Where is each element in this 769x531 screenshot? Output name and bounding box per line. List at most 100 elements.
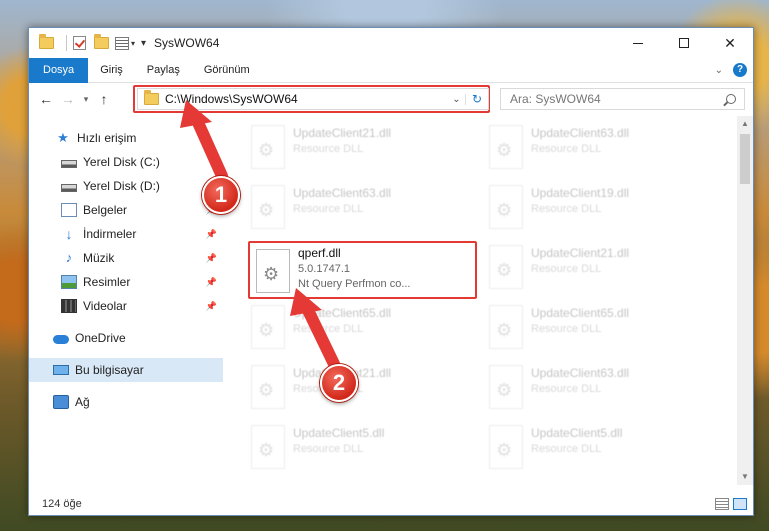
file-type: Resource DLL <box>293 143 364 155</box>
search-box[interactable]: Ara: SysWOW64 <box>500 88 745 110</box>
sidebar-item-label: İndirmeler <box>83 227 137 241</box>
close-button[interactable]: ✕ <box>707 28 753 58</box>
search-icon[interactable] <box>726 94 736 104</box>
sidebar-item-label: Bu bilgisayar <box>75 363 144 377</box>
scroll-thumb[interactable] <box>740 134 750 184</box>
dll-file-icon <box>489 305 523 349</box>
file-type: Resource DLL <box>293 443 364 455</box>
list-item[interactable]: UpdateClient21.dll Resource DLL <box>251 122 471 174</box>
file-name: UpdateClient65.dll <box>293 306 392 320</box>
dll-file-icon <box>489 245 523 289</box>
sidebar-item-quick-access[interactable]: ★ Hızlı erişim <box>29 126 223 150</box>
dll-file-icon <box>251 185 285 229</box>
tab-file[interactable]: Dosya <box>29 57 89 83</box>
sidebar-item-label: Müzik <box>83 251 115 265</box>
maximize-button[interactable] <box>661 28 707 58</box>
tab-view[interactable]: Görünüm <box>192 58 262 83</box>
file-name: UpdateClient5.dll <box>293 426 385 440</box>
properties-check-icon[interactable] <box>73 36 86 50</box>
scroll-up-icon[interactable]: ▲ <box>737 116 753 132</box>
pin-icon[interactable]: 📌 <box>206 301 217 312</box>
dll-file-icon <box>489 185 523 229</box>
new-folder-icon[interactable] <box>94 34 109 49</box>
documents-icon <box>61 203 77 217</box>
annotation-badge-2: 2 <box>320 364 358 402</box>
sidebar-item-local-disk-d[interactable]: Yerel Disk (D:) <box>29 174 223 198</box>
pictures-icon <box>61 275 77 289</box>
videos-icon <box>61 299 77 313</box>
dll-file-icon <box>251 305 285 349</box>
sidebar-item-this-pc[interactable]: Bu bilgisayar <box>29 358 223 382</box>
list-item[interactable]: UpdateClient21.dllResource DLL <box>489 242 709 294</box>
file-type: Resource DLL <box>531 383 602 395</box>
back-button[interactable]: ← <box>35 91 57 107</box>
folder-icon[interactable] <box>39 34 54 49</box>
file-name: UpdateClient21.dll <box>293 126 392 140</box>
sidebar-item-videos[interactable]: Videolar 📌 <box>29 294 223 318</box>
star-icon: ★ <box>57 130 69 145</box>
dll-file-icon <box>489 365 523 409</box>
list-item-qperf[interactable]: qperf.dll 5.0.1747.1 Nt Query Perfmon co… <box>248 241 477 299</box>
list-item[interactable]: UpdateClient5.dll Resource DLL <box>251 422 471 474</box>
list-item[interactable]: UpdateClient63.dll Resource DLL <box>489 362 709 414</box>
sidebar-item-local-disk-c[interactable]: Yerel Disk (C:) <box>29 150 223 174</box>
sidebar-item-label: OneDrive <box>75 331 126 345</box>
onedrive-icon <box>53 334 69 344</box>
tiles-view-icon[interactable] <box>733 498 747 510</box>
list-item[interactable]: UpdateClient5.dll Resource DLL <box>489 422 709 474</box>
sidebar-item-music[interactable]: ♪ Müzik 📌 <box>29 246 223 270</box>
file-version: 5.0.1747.1 <box>298 263 350 275</box>
expand-ribbon-icon[interactable]: ⌄ <box>715 65 723 76</box>
customize-toolbar-icon[interactable]: ▾ <box>141 38 146 49</box>
file-name: qperf.dll <box>298 246 341 260</box>
file-type: Resource DLL <box>531 203 602 215</box>
details-view-icon[interactable] <box>715 498 729 510</box>
dll-file-icon <box>489 125 523 169</box>
list-item[interactable]: UpdateClient21.dllResource DLL <box>251 362 471 414</box>
file-name: UpdateClient5.dll <box>531 426 623 440</box>
tab-share[interactable]: Paylaş <box>135 58 192 83</box>
quick-access-toolbar: ▾ ▾ <box>39 34 146 51</box>
search-input[interactable]: Ara: SysWOW64 <box>510 92 601 106</box>
recent-locations-icon[interactable]: ▾ <box>79 94 93 105</box>
address-bar[interactable]: C:\Windows\SysWOW64 ⌄ ↻ <box>137 88 489 110</box>
ribbon-right: ⌄ ? <box>715 63 747 77</box>
up-button[interactable]: ↑ <box>93 91 115 107</box>
list-item[interactable]: UpdateClient65.dll Resource DLL <box>489 302 709 354</box>
list-item[interactable]: UpdateClient63.dll Resource DLL <box>489 122 709 174</box>
computer-icon <box>53 365 69 375</box>
file-name: UpdateClient65.dll <box>531 306 630 320</box>
list-item[interactable]: UpdateClient19.dll Resource DLL <box>489 182 709 234</box>
address-dropdown-icon[interactable]: ⌄ <box>448 93 466 105</box>
address-path[interactable]: C:\Windows\SysWOW64 <box>165 92 298 106</box>
file-name: UpdateClient63.dll <box>293 186 392 200</box>
downloads-icon: ↓ <box>65 226 73 242</box>
refresh-icon[interactable]: ↻ <box>466 92 488 106</box>
sidebar-item-network[interactable]: Ağ <box>29 390 223 414</box>
sidebar-item-pictures[interactable]: Resimler 📌 <box>29 270 223 294</box>
file-type: Resource DLL <box>293 323 364 335</box>
sidebar-item-onedrive[interactable]: OneDrive <box>29 326 223 350</box>
dll-file-icon <box>251 365 285 409</box>
minimize-icon <box>633 42 643 44</box>
vertical-scrollbar[interactable]: ▲ ▼ <box>737 116 753 485</box>
list-item[interactable]: UpdateClient63.dll Resource DLL <box>251 182 471 234</box>
pin-icon[interactable]: 📌 <box>206 253 217 264</box>
pin-icon[interactable]: 📌 <box>206 229 217 240</box>
file-type: Resource DLL <box>531 143 602 155</box>
window-controls: ✕ <box>615 28 753 58</box>
scroll-down-icon[interactable]: ▼ <box>737 469 753 485</box>
sidebar-item-label: Hızlı erişim <box>77 131 137 145</box>
forward-button[interactable]: → <box>57 91 79 107</box>
chevron-down-icon[interactable]: ▾ <box>131 39 135 48</box>
properties-icon[interactable] <box>115 36 129 50</box>
help-icon[interactable]: ? <box>733 63 747 77</box>
sidebar-item-downloads[interactable]: ↓ İndirmeler 📌 <box>29 222 223 246</box>
pin-icon[interactable]: 📌 <box>206 277 217 288</box>
list-item[interactable]: UpdateClient65.dll Resource DLL <box>251 302 471 354</box>
sidebar-item-documents[interactable]: Belgeler 📌 <box>29 198 223 222</box>
tab-home[interactable]: Giriş <box>88 58 135 83</box>
view-switcher <box>715 498 747 510</box>
sidebar-item-label: Yerel Disk (D:) <box>83 179 160 193</box>
minimize-button[interactable] <box>615 28 661 58</box>
